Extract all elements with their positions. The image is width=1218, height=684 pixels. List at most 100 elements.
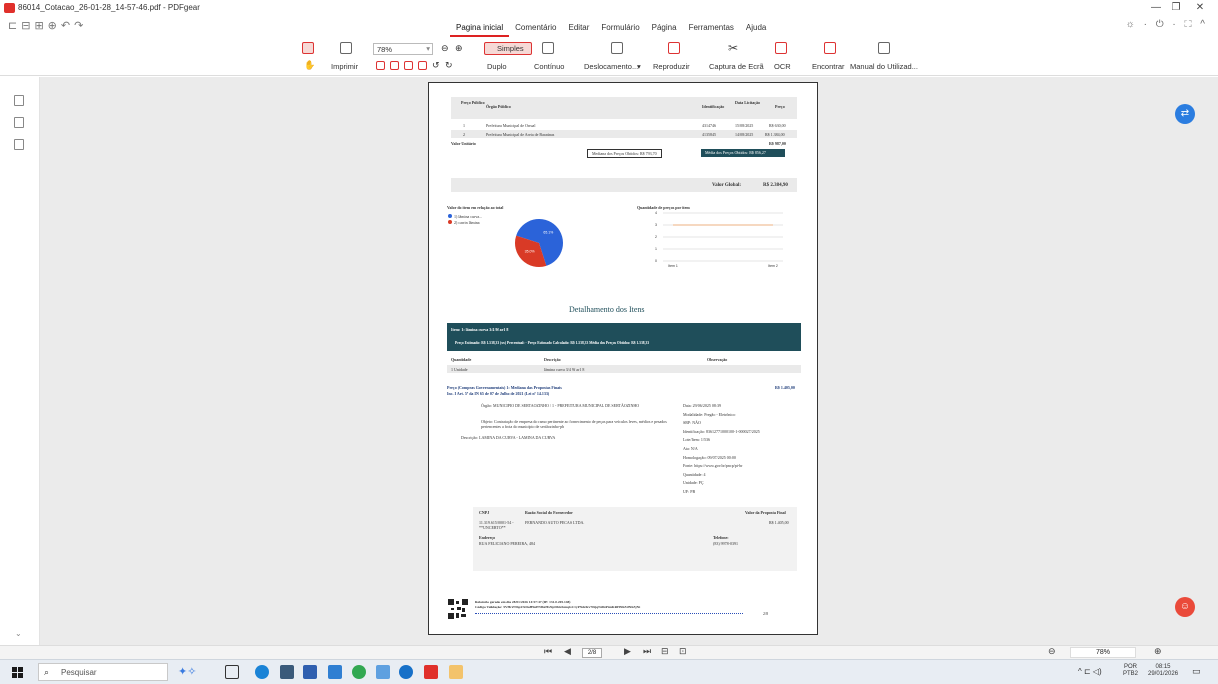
app-icon-7[interactable]	[376, 665, 390, 679]
task-view-icon[interactable]	[225, 665, 239, 679]
qtd-head-descricao: Descrição	[544, 357, 561, 362]
hand-tool-icon[interactable]: ✋	[304, 60, 315, 71]
y-tick-label: 2	[655, 235, 657, 239]
rotate-page-icon[interactable]: ⊟	[661, 646, 669, 657]
app-icon-8[interactable]	[399, 665, 413, 679]
continuous-view-icon[interactable]	[542, 42, 554, 54]
right-info-list: Data: 29/06/2025 08:39 Modalidade: Pregã…	[683, 403, 803, 498]
copilot-sparkle-icon[interactable]: ✦✧	[178, 665, 196, 678]
select-cursor-icon[interactable]	[302, 42, 314, 54]
app-icon-10[interactable]	[449, 665, 463, 679]
status-zoom-out-icon[interactable]: ⊖	[1048, 646, 1056, 657]
last-page-icon[interactable]: ⏭	[643, 646, 651, 657]
deslocamento-dropdown-icon[interactable]: ▾	[637, 62, 641, 71]
edge-icon[interactable]	[255, 665, 269, 679]
y-tick-label: 3	[655, 223, 657, 227]
find-icon[interactable]	[824, 42, 836, 54]
t1-head-orgao: Órgão Público	[486, 104, 511, 109]
print-button[interactable]: Imprimir	[331, 62, 358, 71]
next-page-icon[interactable]: ▶	[624, 646, 631, 657]
preco-subtitle: Inc. I Art. 5º da IN 65 de 07 de Julho d…	[447, 391, 550, 396]
encontrar-button[interactable]: Encontrar	[812, 62, 845, 71]
close-button[interactable]: ✕	[1192, 2, 1208, 13]
ocr-button[interactable]: OCR	[774, 62, 791, 71]
fit-width-icon[interactable]	[376, 61, 385, 70]
rotate-left-icon[interactable]: ↺	[432, 60, 440, 71]
menu-ajuda[interactable]: Ajuda	[740, 21, 772, 37]
zoom-in-icon[interactable]: ⊕	[455, 43, 463, 54]
simples-label: Simples	[497, 44, 524, 53]
windows-start-icon[interactable]	[12, 667, 23, 678]
preco-value: R$ 1.405,00	[775, 385, 795, 390]
valor-final-value: R$ 1.405,00	[769, 520, 789, 525]
qtd-row-quantidade: 1 Unidade	[451, 367, 468, 372]
taskbar-search-input[interactable]: Pesquisar	[38, 663, 168, 681]
info-uf: UF: PB	[683, 488, 696, 494]
qtd-head-quantidade: Quantidade	[451, 357, 472, 362]
actual-size-icon[interactable]	[404, 61, 413, 70]
legend-swatch-2	[448, 220, 452, 224]
clock[interactable]: 08:15 29/01/2026	[1148, 664, 1178, 678]
collapse-chevron-icon[interactable]: ⌄	[15, 629, 22, 638]
menu-pagina[interactable]: Página	[646, 21, 683, 37]
undo-icon[interactable]: ↶	[61, 20, 74, 32]
t1-head-price: Preço	[775, 104, 785, 109]
reproduzir-button[interactable]: Reproduzir	[653, 62, 690, 71]
first-page-icon[interactable]: ⏮	[544, 646, 552, 657]
app-icon-5[interactable]	[328, 665, 342, 679]
captura-button[interactable]: Captura de Ecrã	[709, 62, 764, 71]
manual-icon[interactable]	[878, 42, 890, 54]
t1-r1-n: 1	[463, 123, 465, 128]
thumbnails-icon[interactable]	[14, 117, 24, 128]
language-indicator[interactable]: POR PTB2	[1123, 664, 1138, 678]
share-icon[interactable]: ⊕	[48, 20, 61, 32]
minimize-button[interactable]: —	[1148, 2, 1164, 13]
menu-comentario[interactable]: Comentário	[509, 21, 562, 37]
maximize-button[interactable]: ❐	[1168, 2, 1184, 13]
fit-page-icon[interactable]	[390, 61, 399, 70]
page-number-input[interactable]: 2/8	[582, 648, 602, 658]
fit-visible-icon[interactable]	[418, 61, 427, 70]
duplo-view-button[interactable]: Duplo	[487, 62, 507, 71]
ocr-icon[interactable]	[775, 42, 787, 54]
razao-value: FERNANDO AUTO PECAS LTDA.	[525, 520, 585, 525]
continuo-view-button[interactable]: Contínuo	[534, 62, 564, 71]
redo-icon[interactable]: ↷	[74, 20, 87, 32]
play-slideshow-icon[interactable]	[668, 42, 680, 54]
lang-code: POR	[1124, 664, 1138, 670]
rotate-right-icon[interactable]: ↻	[445, 60, 453, 71]
comments-icon[interactable]	[14, 139, 24, 150]
scissors-icon[interactable]: ✂	[728, 41, 738, 55]
qtd-row-descricao: lâmina curva 3/4 9f ar1 8	[544, 367, 585, 372]
open-icon[interactable]: ⊏	[8, 20, 21, 32]
menu-editar[interactable]: Editar	[563, 21, 596, 37]
zoom-level[interactable]: 78%	[1070, 647, 1136, 658]
manual-button[interactable]: Manual do Utilizad...	[850, 62, 918, 71]
menu-formulario[interactable]: Formulário	[595, 21, 645, 37]
word-icon[interactable]	[303, 665, 317, 679]
search-placeholder: Pesquisar	[61, 668, 97, 677]
settings-icons[interactable]: ☼ · ⏻ · ⛶ ^	[1126, 19, 1208, 30]
valor-unitario-label: Valor Unitário	[451, 141, 476, 146]
zoom-select[interactable]: 78%	[373, 43, 433, 55]
print-icon[interactable]: ⊞	[34, 20, 47, 32]
translate-icon[interactable]: ⇄	[1175, 104, 1195, 124]
save-icon[interactable]: ⊟	[21, 20, 34, 32]
pdfgear-taskbar-icon[interactable]	[424, 665, 438, 679]
bookmark-icon[interactable]	[14, 95, 24, 106]
app-icon-3[interactable]	[280, 665, 294, 679]
printer-icon[interactable]	[340, 42, 352, 54]
deslocamento-button[interactable]: Deslocamento...	[584, 62, 638, 71]
scroll-mode-icon[interactable]	[611, 42, 623, 54]
page-fit-icon[interactable]: ⊡	[679, 646, 687, 657]
tray-icons[interactable]: ^ ⊏ ◁)	[1078, 667, 1102, 676]
footer-page-number: 2/8	[763, 611, 769, 616]
chrome-icon[interactable]	[352, 665, 366, 679]
prev-page-icon[interactable]: ◀	[564, 646, 571, 657]
notification-icon[interactable]: ▭	[1192, 666, 1201, 677]
zoom-out-icon[interactable]: ⊖	[441, 43, 449, 54]
ai-assistant-icon[interactable]: ☺	[1175, 597, 1195, 617]
status-zoom-in-icon[interactable]: ⊕	[1154, 646, 1162, 657]
menu-pagina-inicial[interactable]: Pagina inicial	[450, 21, 510, 37]
menu-ferramentas[interactable]: Ferramentas	[683, 21, 740, 37]
